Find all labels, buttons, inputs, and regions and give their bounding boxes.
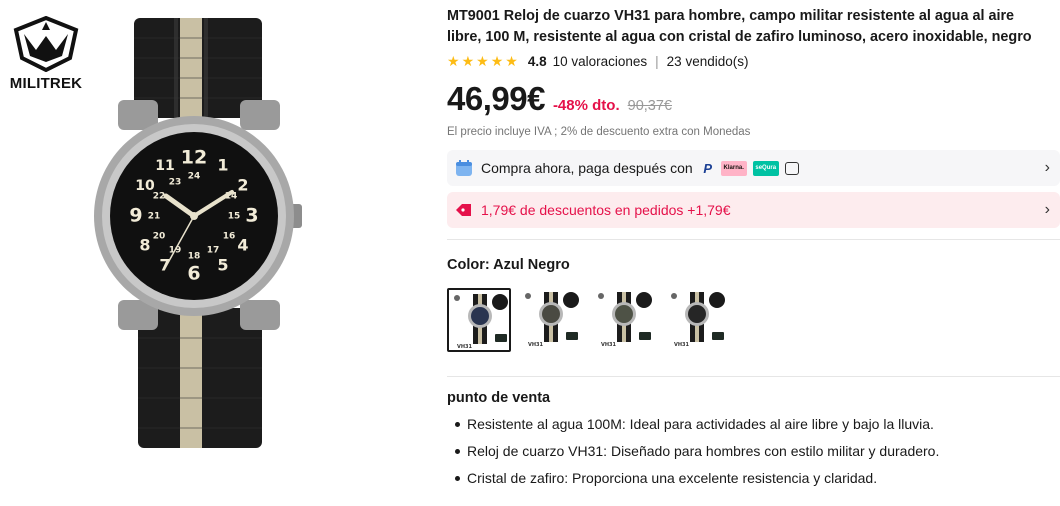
rating-value: 4.8 <box>527 53 547 69</box>
product-title: MT9001 Reloj de cuarzo VH31 para hombre,… <box>447 8 1032 45</box>
color-swatch[interactable]: VH31 <box>447 288 511 352</box>
star-icon: ★ <box>447 53 460 69</box>
list-item: Cristal de zafiro: Proporciona una excel… <box>447 468 939 495</box>
chevron-right-icon: › <box>1044 201 1050 218</box>
swatch-caption: VH31 <box>601 342 617 348</box>
swatch-watch-thumbnail: VH31 <box>598 292 652 348</box>
rating-stars: ★ ★ ★ ★ ★ <box>447 54 518 68</box>
watch-image: 12 1 2 3 4 5 6 7 8 9 10 11 24 14 15 16 1… <box>94 18 302 448</box>
color-swatches: VH31 VH31 VH31 VH31 <box>447 288 730 352</box>
rating-row[interactable]: ★ ★ ★ ★ ★ 4.8 10 valoraciones | 23 vendi… <box>447 52 748 70</box>
list-item: Reloj de cuarzo VH31: Diseñado para homb… <box>447 441 939 468</box>
swatch-caption: VH31 <box>674 342 690 348</box>
klarna-icon: Klarna. <box>720 160 747 176</box>
dial-inner-numeral: 17 <box>207 246 220 256</box>
dial-numeral: 9 <box>129 205 142 227</box>
tag-icon <box>455 202 473 218</box>
chevron-right-icon: › <box>1044 159 1050 176</box>
dial-inner-numeral: 20 <box>153 232 166 242</box>
product-gallery[interactable]: MILITREK 12 1 2 3 4 5 6 7 8 9 10 11 24 1… <box>0 0 420 506</box>
section-divider <box>447 239 1060 240</box>
selling-points-title: punto de venta <box>447 390 551 406</box>
dial-numeral: 11 <box>155 158 174 174</box>
swatch-watch-thumbnail: VH31 <box>671 292 725 348</box>
star-icon: ★ <box>476 53 489 69</box>
dial-numeral: 2 <box>237 176 248 195</box>
star-icon: ★ <box>505 53 518 69</box>
dial-numeral: 4 <box>237 236 248 255</box>
payment-logos: P Klarna. seQura <box>701 160 799 176</box>
list-item: Resistente al agua 100M: Ideal para acti… <box>447 414 939 441</box>
militrek-emblem-icon <box>13 16 79 72</box>
selling-points-list: Resistente al agua 100M: Ideal para acti… <box>447 414 939 495</box>
dial-inner-numeral: 16 <box>223 232 236 242</box>
dial-numeral: 7 <box>159 256 170 275</box>
dial-numeral: 12 <box>181 147 207 169</box>
dial-inner-numeral: 21 <box>148 212 161 222</box>
dial-numeral: 3 <box>245 205 258 227</box>
installments-icon <box>784 161 799 175</box>
current-price: 46,99€ <box>447 80 545 117</box>
swatch-caption: VH31 <box>457 344 473 350</box>
promo-text: 1,79€ de descuentos en pedidos +1,79€ <box>481 202 731 218</box>
color-label: Color: Azul Negro <box>447 257 570 273</box>
color-swatch[interactable]: VH31 <box>593 288 657 352</box>
dial-inner-numeral: 15 <box>228 212 241 222</box>
dial-numeral: 1 <box>217 156 228 175</box>
dial-inner-numeral: 24 <box>188 172 201 182</box>
dial-numeral: 5 <box>217 256 228 275</box>
calendar-icon <box>455 159 473 177</box>
color-swatch[interactable]: VH31 <box>520 288 584 352</box>
brand-logo: MILITREK <box>8 16 84 92</box>
price-row: 46,99€ -48% dto. 90,37€ <box>447 80 672 118</box>
reviews-link[interactable]: 10 valoraciones <box>553 54 648 69</box>
dial-inner-numeral: 22 <box>153 192 166 202</box>
promo-banner[interactable]: 1,79€ de descuentos en pedidos +1,79€ › <box>447 192 1060 228</box>
brand-name: MILITREK <box>9 75 83 92</box>
sold-count: 23 vendido(s) <box>666 53 749 69</box>
pay-later-banner[interactable]: Compra ahora, paga después con P Klarna.… <box>447 150 1060 186</box>
swatch-watch-thumbnail: VH31 <box>525 292 579 348</box>
discount-badge: -48% dto. <box>552 97 620 114</box>
dial-numeral: 8 <box>139 236 150 255</box>
star-icon: ★ <box>490 53 504 69</box>
original-price: 90,37€ <box>627 98 672 114</box>
color-swatch[interactable]: VH31 <box>666 288 730 352</box>
section-divider <box>447 376 1060 377</box>
paypal-icon: P <box>703 160 713 176</box>
dial-numeral: 6 <box>187 263 200 285</box>
star-icon: ★ <box>461 53 475 69</box>
tax-note: El precio incluye IVA ; 2% de descuento … <box>447 126 751 138</box>
pay-later-text: Compra ahora, paga después con <box>481 160 693 176</box>
swatch-caption: VH31 <box>528 342 544 348</box>
dial-inner-numeral: 18 <box>188 252 201 262</box>
swatch-watch-thumbnail: VH31 <box>454 294 508 350</box>
sequra-icon: seQura <box>752 160 779 176</box>
divider-bar: | <box>655 53 659 69</box>
dial-inner-numeral: 23 <box>169 178 182 188</box>
